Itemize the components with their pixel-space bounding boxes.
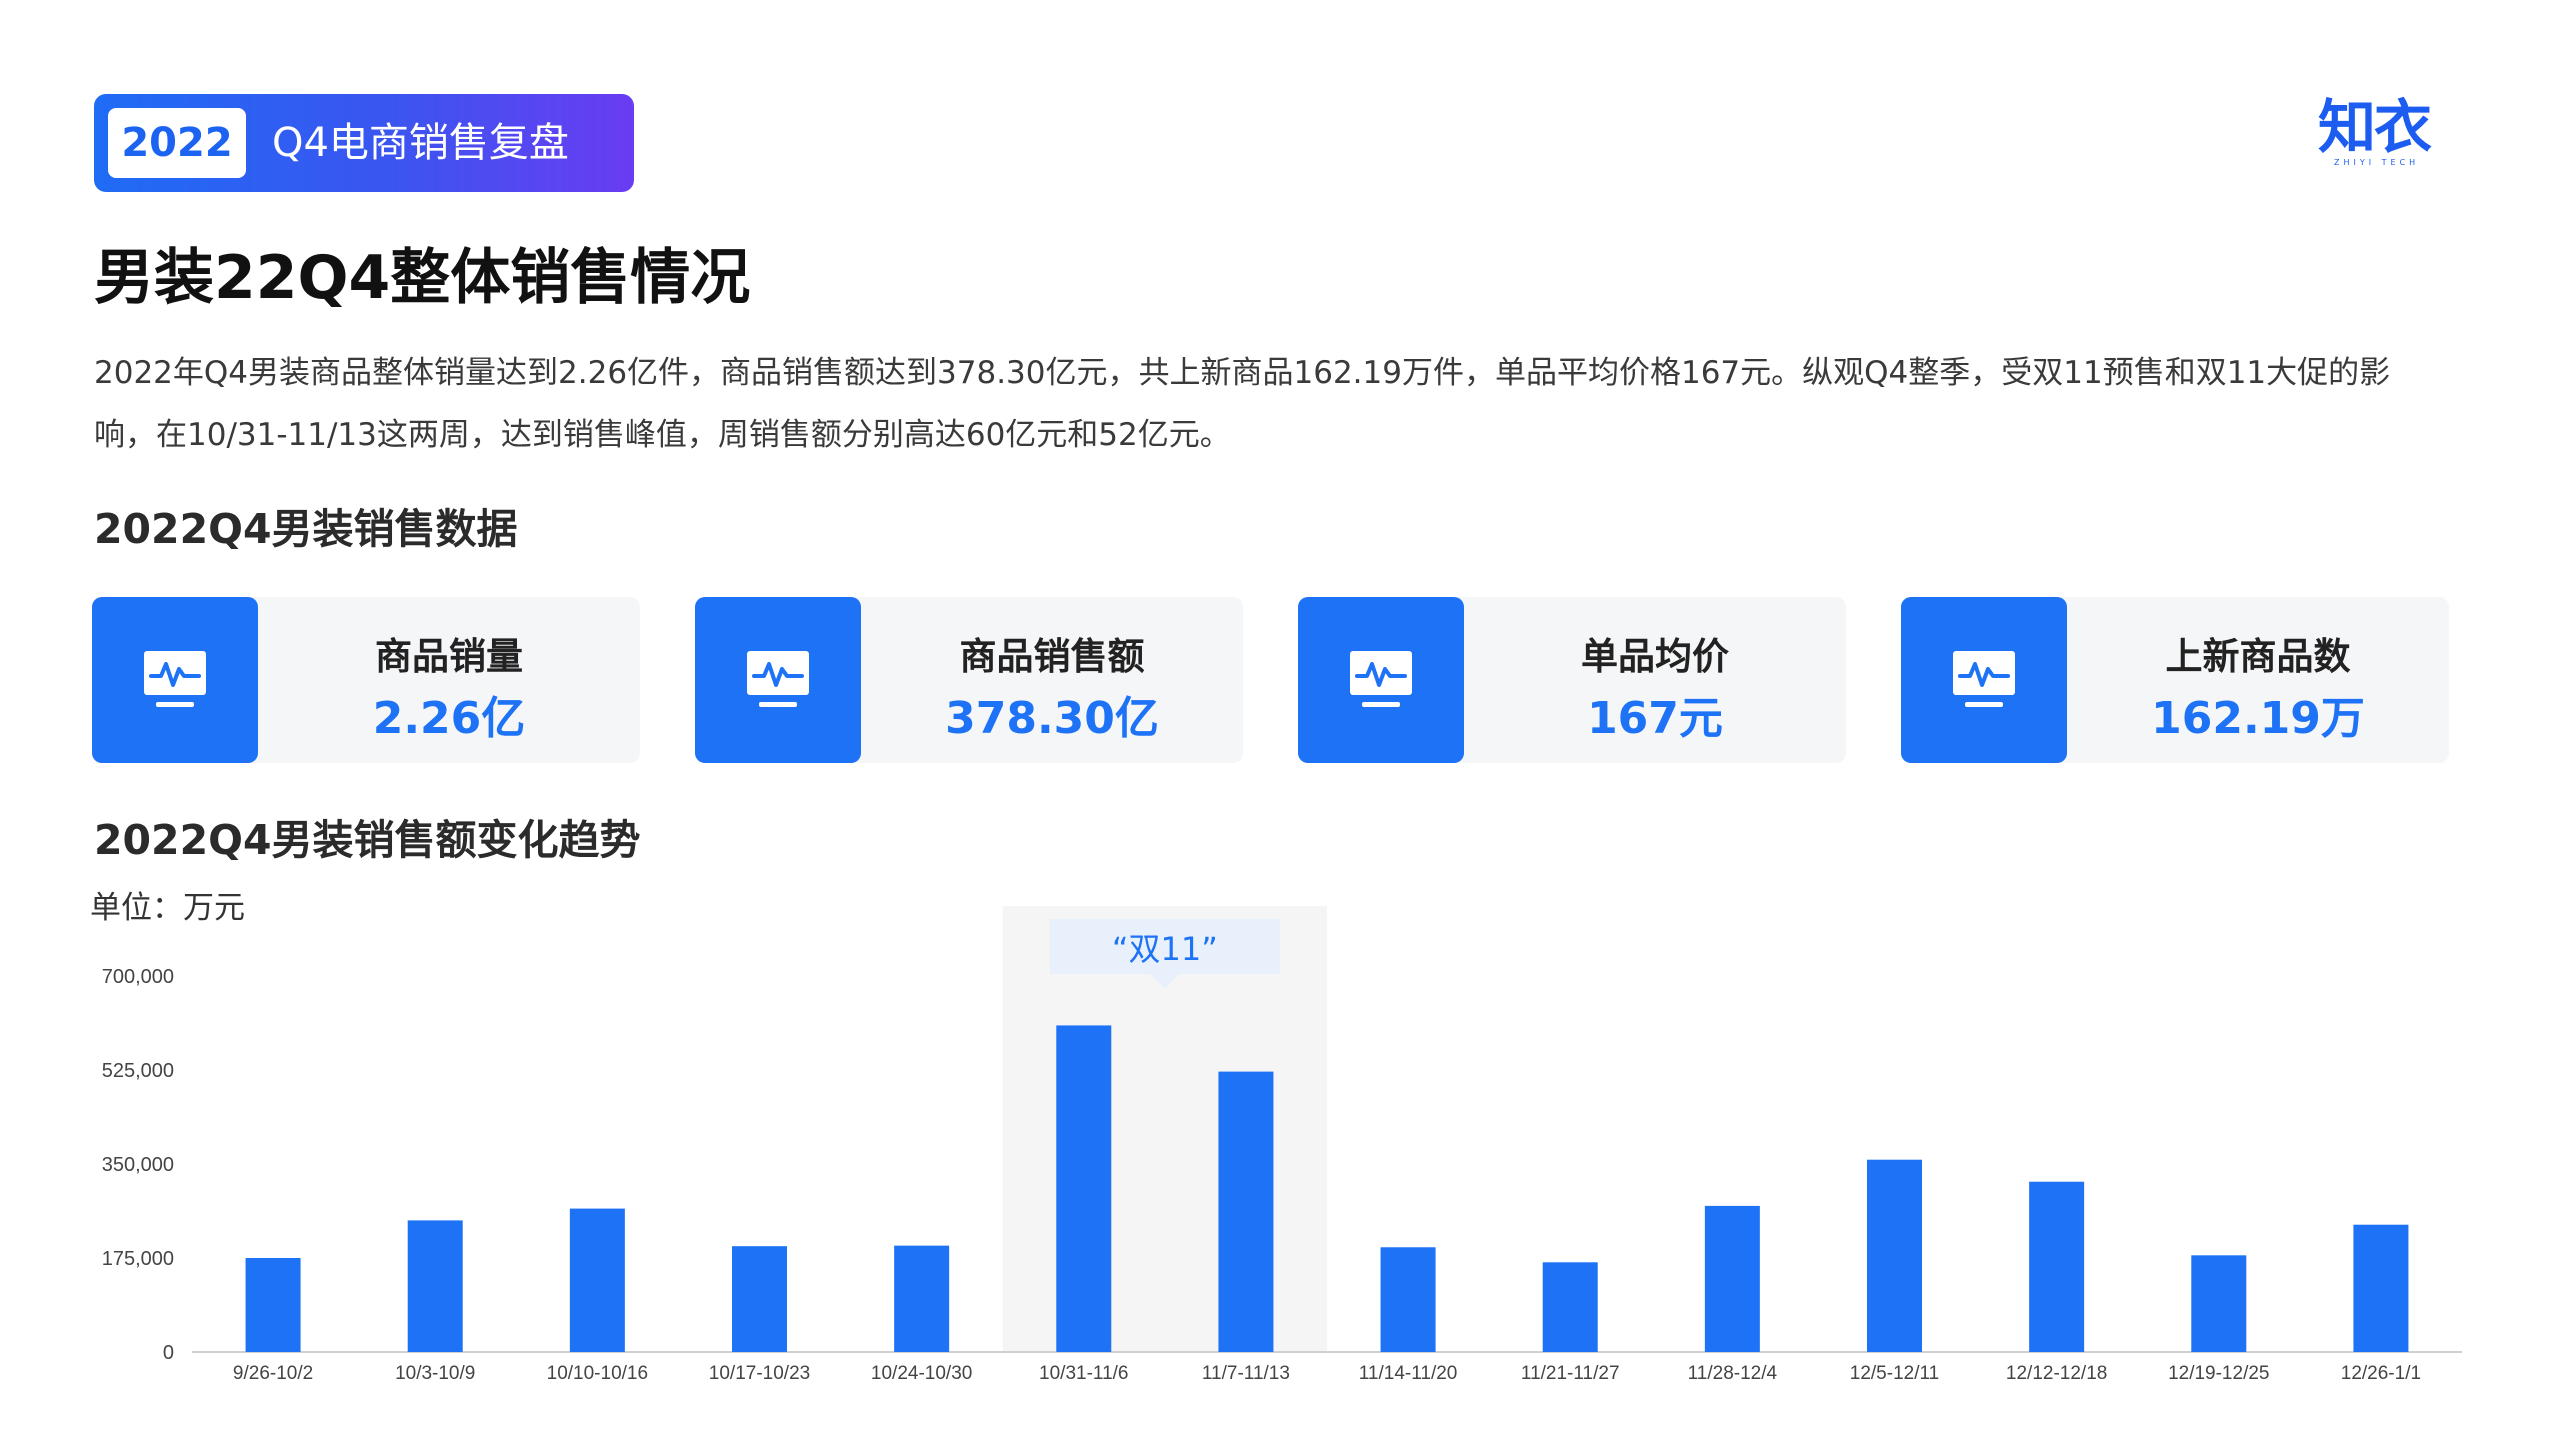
- bar: [1380, 1247, 1436, 1352]
- stat-card-sales-amount: 商品销售额 378.30亿: [695, 597, 1243, 763]
- bar: [1218, 1071, 1274, 1352]
- stat-label: 单品均价: [1581, 635, 1729, 678]
- stat-icon-box: [695, 597, 861, 763]
- y-tick-label: 700,000: [102, 966, 174, 988]
- x-tick-label: 10/24-10/30: [871, 1363, 972, 1384]
- x-tick-label: 11/14-11/20: [1359, 1363, 1458, 1384]
- x-tick-label: 10/3-10/9: [395, 1363, 475, 1384]
- annotation-label: “双11”: [1112, 930, 1218, 968]
- monitor-pulse-icon: [1953, 651, 2015, 707]
- bar: [569, 1208, 625, 1352]
- section-title-stats: 2022Q4男装销售数据: [94, 505, 518, 553]
- stat-card-new-products: 上新商品数 162.19万: [1901, 597, 2449, 763]
- x-tick-label: 10/17-10/23: [709, 1363, 810, 1384]
- badge-title: Q4电商销售复盘: [272, 120, 569, 166]
- bar: [245, 1258, 301, 1352]
- bar: [1542, 1262, 1598, 1352]
- zhiyi-logo: 知衣 ZHIYI TECH: [2318, 96, 2444, 176]
- bar: [2029, 1181, 2085, 1352]
- monitor-pulse-icon: [747, 651, 809, 707]
- x-tick-label: 11/28-12/4: [1688, 1363, 1778, 1384]
- x-tick-label: 12/5-12/11: [1850, 1363, 1939, 1384]
- x-tick-label: 12/12-12/18: [2006, 1363, 2107, 1384]
- stat-value: 167元: [1587, 693, 1723, 744]
- y-tick-label: 350,000: [102, 1154, 174, 1176]
- section-title-trend: 2022Q4男装销售额变化趋势: [94, 816, 641, 864]
- stat-icon-box: [1298, 597, 1464, 763]
- monitor-pulse-icon: [1350, 651, 1412, 707]
- bar: [1704, 1205, 1760, 1352]
- stat-value: 378.30亿: [945, 693, 1159, 744]
- stat-label: 商品销售额: [959, 635, 1145, 678]
- bar: [894, 1245, 950, 1352]
- report-badge: 2022 Q4电商销售复盘: [94, 94, 634, 192]
- stat-icon-box: [1901, 597, 2067, 763]
- stat-value: 162.19万: [2151, 693, 2365, 744]
- x-tick-label: 10/10-10/16: [547, 1363, 648, 1384]
- bar: [1867, 1159, 1922, 1352]
- stat-label: 上新商品数: [2165, 635, 2351, 678]
- stat-value: 2.26亿: [372, 693, 526, 744]
- y-tick-label: 175,000: [102, 1248, 174, 1270]
- x-tick-label: 11/7-11/13: [1202, 1363, 1290, 1384]
- stat-icon-box: [92, 597, 258, 763]
- bar: [2353, 1224, 2409, 1352]
- bar: [407, 1220, 463, 1352]
- x-tick-label: 9/26-10/2: [233, 1363, 313, 1384]
- sales-bar-chart: “双11” 0 175,000 350,000 525,000 700,000 9/26-1…: [102, 906, 2462, 1384]
- x-tick-label: 10/31-11/6: [1039, 1363, 1128, 1384]
- stat-card-sales-volume: 商品销量 2.26亿: [92, 597, 640, 763]
- bar: [2191, 1255, 2247, 1352]
- stat-label: 商品销量: [375, 635, 523, 678]
- logo-subtext: ZHIYI TECH: [2334, 158, 2420, 167]
- logo-mark: 知衣: [2318, 93, 2432, 161]
- monitor-pulse-icon: [144, 651, 206, 707]
- bar: [1056, 1025, 1112, 1352]
- badge-year: 2022: [108, 108, 246, 178]
- page-title: 男装22Q4整体销售情况: [94, 243, 751, 313]
- x-tick-label: 12/19-12/25: [2168, 1363, 2269, 1384]
- x-tick-label: 12/26-1/1: [2341, 1363, 2421, 1384]
- stat-card-avg-price: 单品均价 167元: [1298, 597, 1846, 763]
- bar: [732, 1246, 787, 1352]
- y-tick-label: 525,000: [102, 1060, 174, 1082]
- intro-paragraph: 2022年Q4男装商品整体销量达到2.26亿件，商品销售额达到378.30亿元，…: [94, 355, 2391, 453]
- x-tick-label: 11/21-11/27: [1521, 1363, 1620, 1384]
- y-tick-label: 0: [163, 1342, 174, 1364]
